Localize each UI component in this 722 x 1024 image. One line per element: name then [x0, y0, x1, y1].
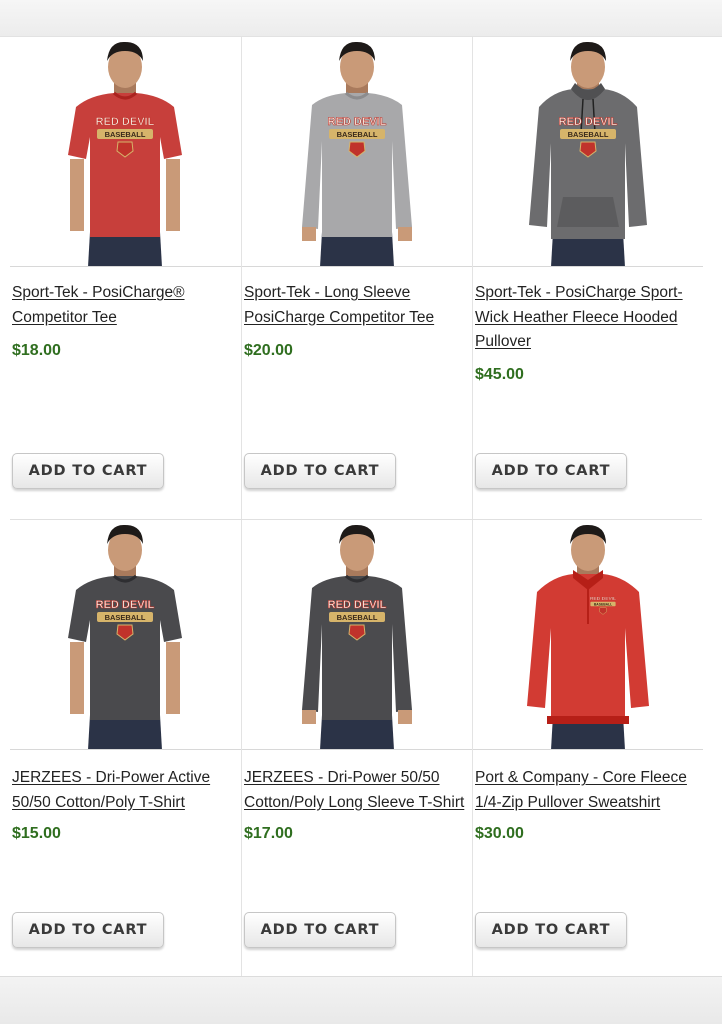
- svg-text:RED DEVIL: RED DEVIL: [559, 116, 618, 128]
- svg-text:BASEBALL: BASEBALL: [594, 602, 612, 606]
- product-card: RED DEVIL BASEBALL JERZEES - Dri-Power Ac…: [10, 520, 241, 1001]
- product-image[interactable]: RED DEVIL BASEBALL: [473, 37, 703, 267]
- svg-text:BASEBALL: BASEBALL: [337, 613, 378, 622]
- product-price: $15.00: [12, 825, 61, 842]
- product-price: $17.00: [244, 825, 293, 842]
- product-card: RED DEVIL BASEBALL Sport-Tek - PosiCharge…: [10, 37, 241, 519]
- product-card: RED DEVIL BASEBALL Sport-Tek - PosiCharge…: [472, 37, 703, 519]
- add-to-cart-button[interactable]: ADD TO CART: [244, 912, 396, 948]
- product-title-link[interactable]: Sport-Tek - Long Sleeve PosiCharge Compe…: [244, 281, 472, 330]
- add-to-cart-button[interactable]: ADD TO CART: [475, 912, 627, 948]
- product-row: RED DEVIL BASEBALL Sport-Tek - PosiCharge…: [10, 37, 703, 519]
- product-price: $20.00: [244, 342, 293, 359]
- product-image[interactable]: RED DEVIL BASEBALL: [10, 520, 241, 750]
- bottom-toolbar: [0, 976, 722, 1024]
- svg-text:RED DEVIL: RED DEVIL: [328, 116, 387, 128]
- product-price: $45.00: [475, 366, 524, 383]
- product-image[interactable]: RED DEVIL BASEBALL: [242, 520, 472, 750]
- product-title-link[interactable]: Sport-Tek - PosiCharge® Competitor Tee: [12, 281, 240, 330]
- product-title-link[interactable]: JERZEES - Dri-Power 50/50 Cotton/Poly Lo…: [244, 766, 472, 815]
- product-card: RED DEVIL BASEBALL Sport-Tek - Long Sleev…: [241, 37, 472, 519]
- svg-text:BASEBALL: BASEBALL: [568, 130, 609, 139]
- svg-text:BASEBALL: BASEBALL: [105, 130, 146, 139]
- svg-text:RED DEVIL: RED DEVIL: [96, 116, 155, 128]
- add-to-cart-button[interactable]: ADD TO CART: [475, 453, 627, 489]
- product-title-link[interactable]: Sport-Tek - PosiCharge Sport- Wick Heath…: [475, 281, 703, 355]
- product-title-link[interactable]: JERZEES - Dri-Power Active 50/50 Cotton/…: [12, 766, 240, 815]
- add-to-cart-button[interactable]: ADD TO CART: [12, 912, 164, 948]
- add-to-cart-button[interactable]: ADD TO CART: [12, 453, 164, 489]
- product-image[interactable]: RED DEVIL BASEBALL: [10, 37, 241, 267]
- product-price: $30.00: [475, 825, 524, 842]
- product-grid: RED DEVIL BASEBALL Sport-Tek - PosiCharge…: [10, 37, 703, 1001]
- product-image[interactable]: RED DEVIL BASEBALL: [242, 37, 472, 267]
- product-card: RED DEVIL BASEBALL JERZEES - Dri-Power 50…: [241, 520, 472, 1001]
- add-to-cart-button[interactable]: ADD TO CART: [244, 453, 396, 489]
- svg-text:RED DEVIL: RED DEVIL: [328, 599, 387, 611]
- product-card: RED DEVIL BASEBALL Port & Company - Core …: [472, 520, 703, 1001]
- svg-text:BASEBALL: BASEBALL: [337, 130, 378, 139]
- product-image[interactable]: RED DEVIL BASEBALL: [473, 520, 703, 750]
- product-row: RED DEVIL BASEBALL JERZEES - Dri-Power Ac…: [10, 519, 703, 1001]
- product-price: $18.00: [12, 342, 61, 359]
- svg-text:RED DEVIL: RED DEVIL: [96, 599, 155, 611]
- svg-text:BASEBALL: BASEBALL: [105, 613, 146, 622]
- product-title-link[interactable]: Port & Company - Core Fleece 1/4-Zip Pul…: [475, 766, 703, 815]
- top-toolbar: [0, 0, 722, 37]
- svg-text:RED DEVIL: RED DEVIL: [590, 596, 616, 602]
